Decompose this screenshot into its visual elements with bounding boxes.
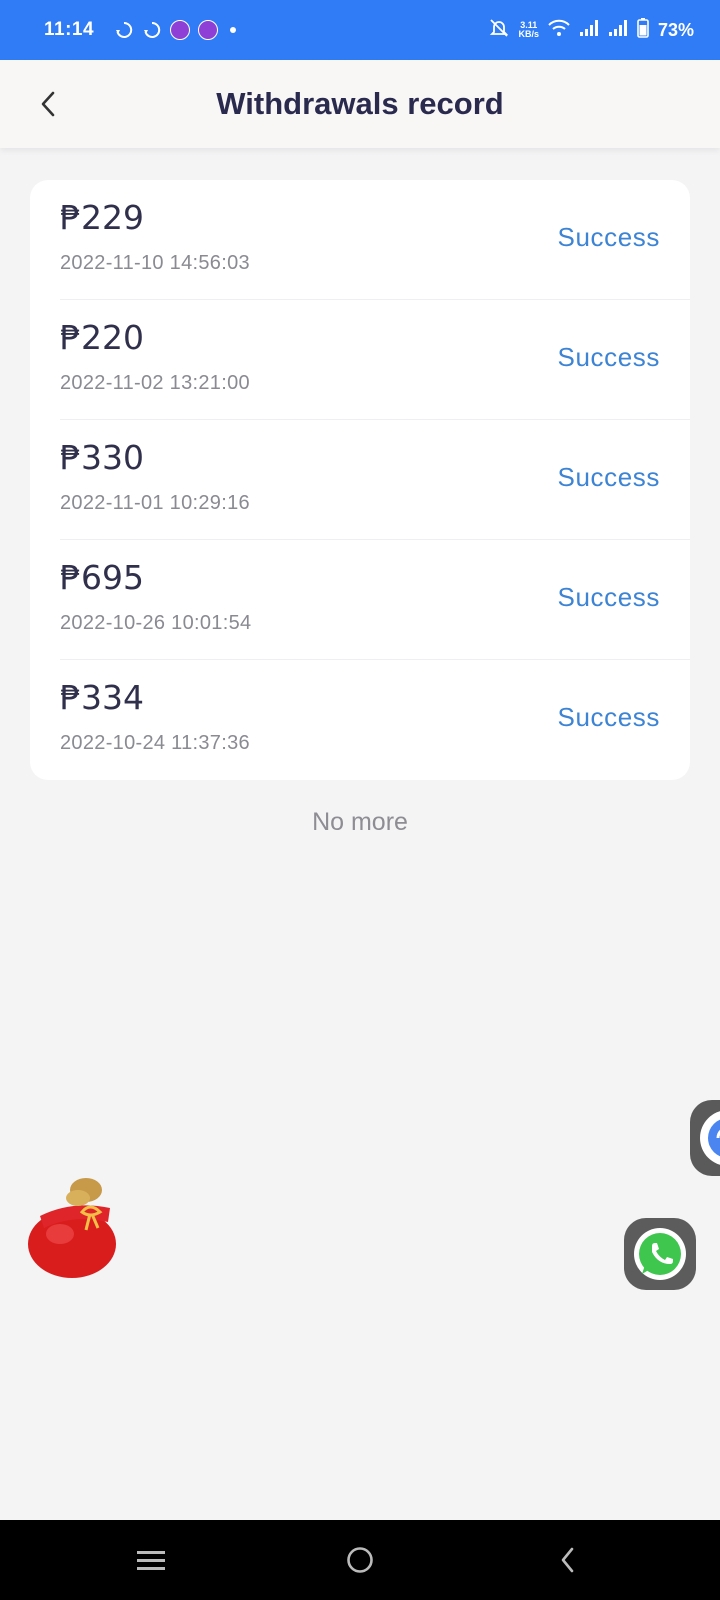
list-end-text: No more — [312, 808, 408, 836]
record-amount: ₱334 — [60, 678, 144, 717]
app-header: Withdrawals record — [0, 60, 720, 148]
notification-icons — [114, 20, 237, 40]
record-datetime: 2022-11-10 14:56:03 — [60, 252, 250, 274]
back-button[interactable] — [28, 82, 68, 126]
app-badge-icon — [198, 20, 219, 40]
chat-support-icon[interactable] — [690, 1100, 720, 1176]
sync-icon — [114, 20, 134, 40]
record-status: Success — [557, 582, 660, 612]
whatsapp-icon[interactable] — [622, 1216, 698, 1292]
signal-icon — [579, 19, 599, 42]
record-datetime: 2022-10-24 11:37:36 — [60, 732, 250, 754]
chevron-left-icon — [41, 91, 55, 117]
battery-icon — [637, 17, 649, 43]
app-badge-icon — [170, 20, 191, 40]
sync-icon — [142, 20, 162, 40]
lucky-bag-icon[interactable] — [26, 1172, 122, 1282]
speed-unit: KB/s — [518, 29, 539, 39]
status-time: 11:14 — [44, 19, 95, 40]
network-speed: 3.11 KB/s — [518, 21, 539, 39]
record-status: Success — [557, 342, 660, 372]
record-status: Success — [557, 222, 660, 252]
home-icon[interactable] — [340, 1540, 380, 1580]
record-status: Success — [557, 702, 660, 732]
record-row[interactable]: ₱220 2022-11-02 13:21:00 Success — [60, 300, 690, 420]
record-row[interactable]: ₱330 2022-11-01 10:29:16 Success — [60, 420, 690, 540]
record-datetime: 2022-11-01 10:29:16 — [60, 492, 250, 514]
page-title: Withdrawals record — [216, 86, 504, 121]
menu-icon[interactable] — [131, 1540, 171, 1580]
battery-percentage: 73% — [657, 19, 694, 40]
signal-icon — [608, 19, 628, 42]
record-datetime: 2022-11-02 13:21:00 — [60, 372, 250, 394]
system-icons: 3.11 KB/s 73% — [489, 17, 694, 43]
record-datetime: 2022-10-26 10:01:54 — [60, 612, 252, 634]
status-bar: 11:14 3.11 KB/s 73% — [0, 0, 720, 60]
record-row[interactable]: ₱334 2022-10-24 11:37:36 Success — [60, 660, 690, 780]
mute-icon — [489, 18, 509, 43]
record-amount: ₱330 — [60, 438, 144, 477]
record-row[interactable]: ₱695 2022-10-26 10:01:54 Success — [60, 540, 690, 660]
record-amount: ₱695 — [60, 558, 144, 597]
record-row[interactable]: ₱229 2022-11-10 14:56:03 Success — [60, 180, 690, 300]
system-nav-bar — [0, 1520, 720, 1600]
wifi-icon — [548, 19, 570, 42]
back-icon[interactable] — [548, 1540, 588, 1580]
notification-dot — [230, 27, 237, 33]
record-amount: ₱220 — [60, 318, 144, 357]
record-status: Success — [557, 462, 660, 492]
records-card: ₱229 2022-11-10 14:56:03 Success ₱220 20… — [30, 180, 690, 780]
record-amount: ₱229 — [60, 198, 144, 237]
